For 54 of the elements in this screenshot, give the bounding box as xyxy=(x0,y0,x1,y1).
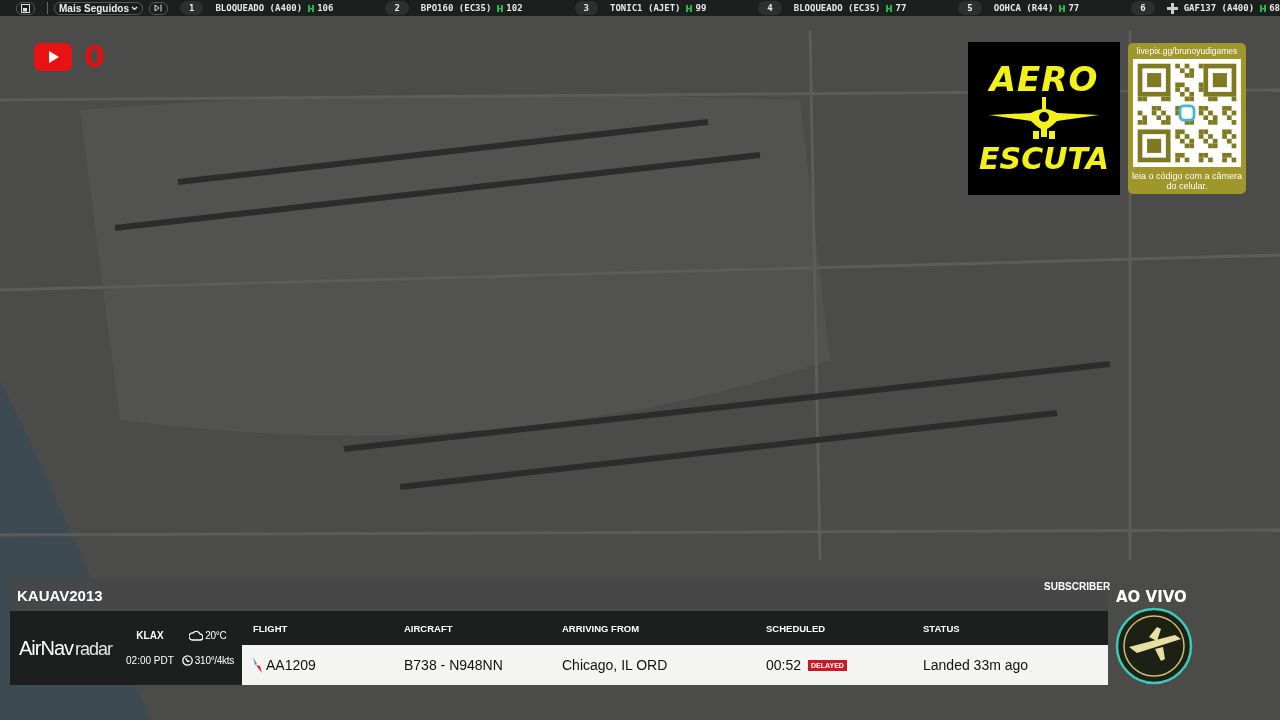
temperature-text: 20°C xyxy=(205,630,227,641)
callsign-text: BPO160 (EC35) xyxy=(420,3,492,13)
follower-count: 99 xyxy=(695,3,707,13)
table-cell: AA1209 xyxy=(266,657,316,673)
skip-button[interactable] xyxy=(149,1,168,15)
table-cell: 00:52 xyxy=(766,657,802,673)
logo-title: AERO xyxy=(989,60,1099,97)
cross-emblem-icon xyxy=(1166,2,1178,14)
airplane-emblem-icon xyxy=(1115,607,1193,685)
callsign-text: OOHCA (R44) xyxy=(993,3,1054,13)
airline-tail-icon xyxy=(253,657,262,673)
callsign-text: TONIC1 (AJET) xyxy=(610,3,681,13)
local-time: 02:00 PDT xyxy=(126,655,174,666)
qr-url: livepix.gg/brunoyudigames xyxy=(1136,46,1238,56)
follower-count: 68 xyxy=(1269,3,1280,13)
subscriber-label: SUBSCRIBER xyxy=(1044,581,1111,592)
column-header: ARRIVING FROM xyxy=(562,622,641,634)
table-cell-text: Chicago, IL ORD xyxy=(562,657,669,673)
qr-code-icon xyxy=(1133,59,1241,167)
callsign-text: BLOQUEADO (EC35) xyxy=(793,3,881,13)
window-icon xyxy=(21,3,30,13)
airport-code: KLAX xyxy=(136,630,164,641)
dropdown-button[interactable]: Mais Seguidos xyxy=(54,1,143,15)
column-header: FLIGHT xyxy=(253,622,289,634)
wind-text: 310°/4kts xyxy=(194,655,234,666)
brand-suffix: radar xyxy=(75,638,113,660)
rank-badge: 4 xyxy=(758,1,782,15)
follower-count: 77 xyxy=(895,3,907,13)
play-logo-icon xyxy=(34,43,72,71)
table-cell-text: B738 - N948NN xyxy=(404,657,504,673)
column-header: AIRCRAFT xyxy=(404,622,454,634)
cloud-icon xyxy=(189,630,204,641)
rank-badge: 5 xyxy=(958,1,982,15)
username-text: KAUAV2013 xyxy=(17,586,103,604)
caret-icon xyxy=(131,5,138,11)
subscriber-count: 0 xyxy=(84,42,105,72)
rank-badge: 2 xyxy=(385,1,409,15)
rank-badge: 3 xyxy=(574,1,599,15)
follower-count: 102 xyxy=(506,3,523,13)
rank-badge: 1 xyxy=(180,1,204,15)
skip-icon xyxy=(154,4,163,12)
follower-count: 77 xyxy=(1068,3,1080,13)
logo-subtitle: ESCUTA xyxy=(979,140,1109,177)
table-cell-text: Landed 33m ago xyxy=(923,657,1030,673)
panel-toggle-button[interactable] xyxy=(16,1,35,15)
callsign-text: GAF137 (A400) xyxy=(1183,3,1255,13)
callsign-text: BLOQUEADO (A400) xyxy=(215,3,303,13)
brand-name: AirNav xyxy=(19,636,73,660)
column-header: SCHEDULED xyxy=(766,622,827,634)
column-header: STATUS xyxy=(923,622,961,634)
rank-badge: 6 xyxy=(1131,1,1155,15)
follower-count: 106 xyxy=(317,3,334,13)
live-label: AO VIVO xyxy=(1116,588,1187,606)
qr-caption: leia o código com a câmera do celular. xyxy=(1130,171,1244,191)
